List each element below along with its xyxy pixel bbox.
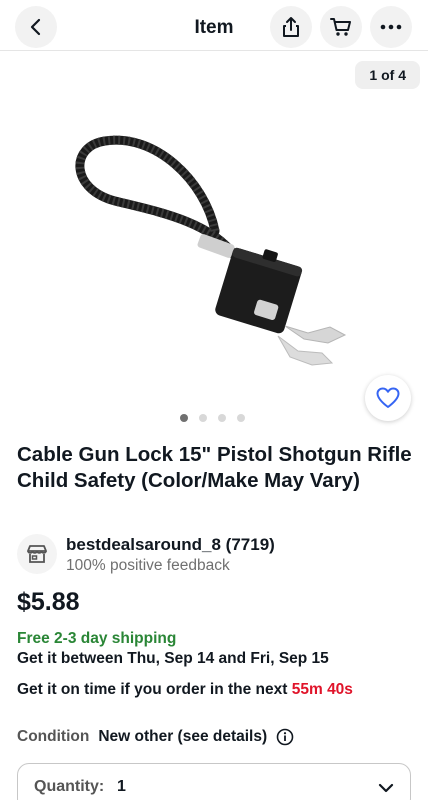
share-icon xyxy=(283,17,299,37)
pagination-dot[interactable] xyxy=(218,414,226,422)
pagination-dot[interactable] xyxy=(199,414,207,422)
cart-button[interactable] xyxy=(320,6,362,48)
quantity-value: 1 xyxy=(117,778,126,795)
seller-info[interactable]: bestdealsaround_8 (7719) 100% positive f… xyxy=(17,532,415,576)
shipping-info: Free 2-3 day shipping xyxy=(17,630,177,647)
condition-row: Condition New other (see details) xyxy=(17,727,294,747)
order-deadline-text: Get it on time if you order in the next xyxy=(17,681,288,698)
item-price: $5.88 xyxy=(17,588,80,616)
back-button[interactable] xyxy=(15,6,57,48)
pagination-dot-active[interactable] xyxy=(180,414,188,422)
quantity-label: Quantity: xyxy=(34,778,105,795)
pagination-dot[interactable] xyxy=(237,414,245,422)
product-image[interactable] xyxy=(60,121,360,391)
seller-name[interactable]: bestdealsaround_8 (7719) xyxy=(66,535,275,555)
add-to-watchlist-button[interactable] xyxy=(365,375,411,421)
countdown-timer: 55m 40s xyxy=(291,681,353,698)
image-counter: 1 of 4 xyxy=(355,61,420,89)
store-icon xyxy=(17,534,57,574)
top-navigation-bar: Item xyxy=(0,0,428,54)
chevron-down-icon xyxy=(378,783,394,793)
image-pagination-dots xyxy=(180,414,245,422)
more-options-button[interactable] xyxy=(370,6,412,48)
order-deadline: Get it on time if you order in the next … xyxy=(17,681,353,699)
cart-icon xyxy=(330,18,351,36)
share-button[interactable] xyxy=(270,6,312,48)
info-icon[interactable] xyxy=(276,728,294,746)
page-title: Item xyxy=(194,17,234,38)
quantity-selector[interactable]: Quantity: 1 xyxy=(17,763,411,800)
more-icon xyxy=(380,24,402,30)
condition-value: New other (see details) xyxy=(98,728,268,745)
condition-label: Condition xyxy=(17,728,90,745)
delivery-estimate: Get it between Thu, Sep 14 and Fri, Sep … xyxy=(17,650,329,667)
heart-icon xyxy=(376,387,400,408)
seller-feedback: 100% positive feedback xyxy=(66,557,230,574)
image-gallery[interactable]: 1 of 4 xyxy=(0,51,428,431)
product-title: Cable Gun Lock 15" Pistol Shotgun Rifle … xyxy=(17,443,412,492)
back-arrow-icon xyxy=(30,18,41,36)
